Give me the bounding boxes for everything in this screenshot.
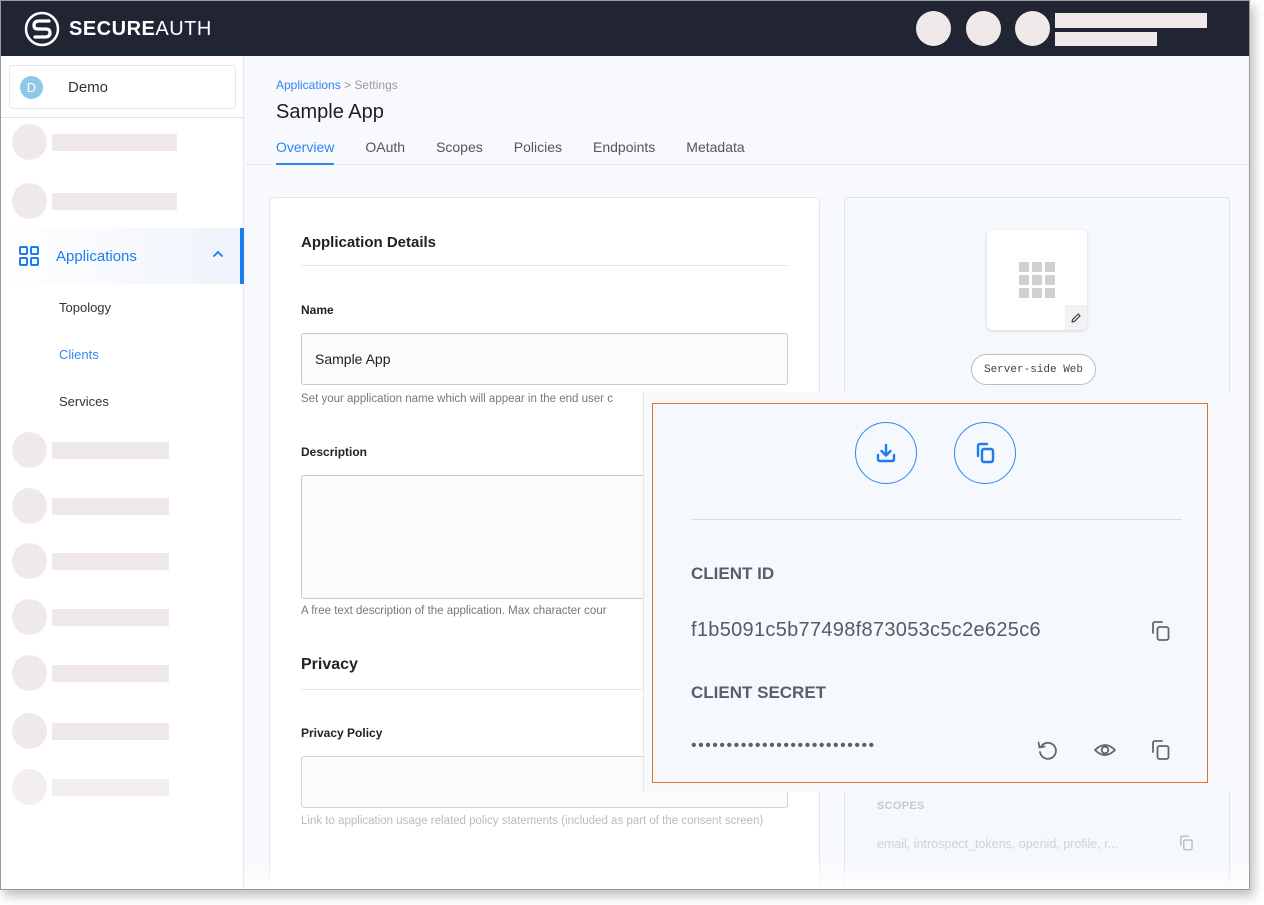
placeholder-label [52, 133, 177, 151]
sidebar-item-placeholder[interactable] [12, 488, 169, 524]
topbar-placeholder-text [1055, 13, 1207, 28]
tab-policies[interactable]: Policies [514, 139, 562, 165]
app-window: SECUREAUTH D Demo Applications Topology … [0, 0, 1250, 890]
breadcrumb: Applications > Settings [276, 78, 398, 92]
sidebar: D Demo Applications Topology Clients Ser… [1, 56, 244, 889]
org-name: Demo [68, 78, 109, 96]
sidebar-item-placeholder[interactable] [12, 124, 177, 160]
name-help-text: Set your application name which will app… [301, 393, 613, 405]
sidebar-item-placeholder[interactable] [12, 543, 169, 579]
placeholder-label [52, 497, 169, 515]
show-secret-eye-icon[interactable] [1093, 738, 1117, 762]
regenerate-secret-icon[interactable] [1035, 738, 1059, 762]
sidebar-item-placeholder[interactable] [12, 183, 177, 219]
privacy-policy-help-text: Link to application usage related policy… [301, 815, 764, 827]
sidebar-item-placeholder[interactable] [12, 432, 169, 468]
copy-client-secret-icon[interactable] [1149, 738, 1173, 762]
description-label: Description [301, 445, 368, 459]
topbar-placeholder-text [1055, 32, 1157, 46]
placeholder-icon [12, 655, 47, 691]
org-avatar: D [20, 75, 43, 99]
download-icon [876, 443, 896, 463]
sidebar-item-placeholder[interactable] [12, 655, 169, 691]
app-grid-icon [1019, 262, 1055, 298]
copy-credentials-button[interactable] [954, 422, 1016, 484]
placeholder-label [52, 722, 169, 740]
chevron-up-icon[interactable] [212, 248, 224, 260]
brand-name: SECUREAUTH [69, 17, 212, 40]
copy-icon [976, 442, 995, 464]
app-icon-tile [987, 230, 1087, 330]
placeholder-label [52, 608, 169, 626]
breadcrumb-applications-link[interactable]: Applications [276, 78, 341, 92]
sidebar-divider [1, 117, 244, 118]
placeholder-label [52, 664, 169, 682]
pencil-icon [1071, 312, 1081, 323]
client-id-label: CLIENT ID [691, 564, 775, 583]
breadcrumb-separator: > [340, 78, 355, 92]
placeholder-label [52, 192, 177, 210]
sidebar-subitem-topology[interactable]: Topology [59, 300, 111, 315]
credentials-divider [691, 519, 1182, 520]
grid-apps-icon [19, 246, 39, 266]
edit-app-icon-button[interactable] [1065, 305, 1087, 330]
placeholder-icon [12, 183, 47, 219]
page-header: Applications > Settings Sample App Overv… [245, 56, 1249, 165]
download-credentials-button[interactable] [855, 422, 917, 484]
sidebar-item-placeholder[interactable] [12, 713, 169, 749]
tab-endpoints[interactable]: Endpoints [593, 139, 655, 165]
top-bar: SECUREAUTH [1, 1, 1249, 56]
privacy-policy-label: Privacy Policy [301, 726, 383, 740]
client-id-value: f1b5091c5b77498f873053c5c2e625c6 [691, 619, 1041, 641]
placeholder-icon [12, 713, 47, 749]
client-secret-masked: •••••••••••••••••••••••••• [691, 737, 876, 754]
client-secret-label: CLIENT SECRET [691, 683, 827, 702]
topbar-placeholder-avatar[interactable] [916, 11, 951, 46]
placeholder-icon [12, 543, 47, 579]
page-title: Sample App [276, 101, 384, 123]
placeholder-icon [12, 769, 47, 805]
active-indicator [240, 228, 244, 284]
section-title-privacy: Privacy [301, 656, 358, 673]
description-help-text: A free text description of the applicati… [301, 605, 607, 617]
topbar-placeholder-avatar[interactable] [1015, 11, 1050, 46]
breadcrumb-current: Settings [354, 78, 398, 92]
sidebar-item-label: Applications [56, 247, 137, 265]
tab-oauth[interactable]: OAuth [365, 139, 405, 165]
tab-overview[interactable]: Overview [276, 139, 335, 165]
placeholder-icon [12, 124, 47, 160]
section-divider [301, 265, 788, 266]
sidebar-item-placeholder[interactable] [12, 599, 169, 635]
sidebar-item-placeholder[interactable] [12, 769, 169, 805]
client-credentials-panel: CLIENT ID f1b5091c5b77498f873053c5c2e625… [652, 403, 1208, 783]
placeholder-icon [12, 432, 47, 468]
placeholder-label [52, 552, 169, 570]
topbar-placeholder-avatar[interactable] [966, 11, 1001, 46]
secureauth-logo-icon [24, 11, 60, 47]
placeholder-icon [12, 488, 47, 524]
tab-scopes[interactable]: Scopes [436, 139, 483, 165]
tab-metadata[interactable]: Metadata [686, 139, 744, 165]
copy-client-id-icon[interactable] [1149, 619, 1173, 643]
bottom-fade [245, 861, 1249, 889]
sidebar-subitem-services[interactable]: Services [59, 394, 109, 409]
placeholder-label [52, 441, 169, 459]
scopes-label: SCOPES [877, 800, 925, 812]
copy-scopes-icon[interactable] [1177, 834, 1195, 852]
secureauth-logo[interactable]: SECUREAUTH [23, 11, 212, 47]
name-input[interactable] [301, 333, 788, 385]
placeholder-icon [12, 599, 47, 635]
placeholder-label [52, 778, 169, 796]
section-title-application-details: Application Details [301, 234, 437, 251]
tab-bar: Overview OAuth Scopes Policies Endpoints… [276, 139, 776, 165]
org-switcher[interactable]: D Demo [9, 65, 236, 109]
app-type-badge: Server-side Web [971, 354, 1096, 385]
name-label: Name [301, 303, 334, 317]
sidebar-item-applications[interactable]: Applications [1, 228, 244, 284]
scopes-value: email, introspect_tokens, openid, profil… [877, 837, 1119, 851]
sidebar-subitem-clients[interactable]: Clients [59, 347, 99, 362]
